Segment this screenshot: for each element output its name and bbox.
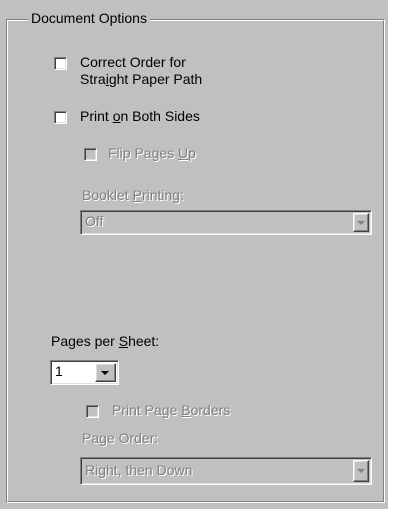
flip-pages-up-label: Flip Pages Up <box>108 145 196 162</box>
document-options-panel: Document Options Correct Order for Strai… <box>0 0 388 509</box>
print-page-borders-checkbox[interactable] <box>86 405 99 418</box>
correct-order-label-line2: Straight Paper Path <box>80 71 202 88</box>
booklet-printing-label-post: rinting: <box>141 187 184 203</box>
print-both-sides-label-post: n Both Sides <box>120 108 200 124</box>
pages-per-sheet-select[interactable]: 1 <box>50 360 119 385</box>
chevron-down-icon <box>101 370 109 375</box>
booklet-printing-value: Off <box>85 213 104 229</box>
page-order-label-post: e Order: <box>106 430 159 446</box>
correct-order-label-line2-post: ght Paper Path <box>108 71 203 87</box>
correct-order-label-line1: Correct Order for <box>80 54 186 70</box>
flip-pages-up-label-post: p <box>188 145 196 161</box>
pages-per-sheet-value: 1 <box>55 363 63 379</box>
page-order-value: Right, then Down <box>85 462 193 478</box>
chevron-down-icon <box>357 220 365 225</box>
booklet-printing-label: Booklet Printing: <box>82 187 184 204</box>
print-page-borders-label: Print Page Borders <box>112 402 230 419</box>
page-order-select[interactable]: Right, then Down <box>80 457 372 485</box>
page-order-label: Page Order: <box>82 430 158 447</box>
chevron-down-icon <box>357 469 365 473</box>
booklet-printing-dropdown-button[interactable] <box>353 213 369 232</box>
pages-per-sheet-mnemonic: S <box>118 333 129 349</box>
page-order-mnemonic: g <box>99 430 107 446</box>
print-both-sides-label: Print on Both Sides <box>80 108 200 125</box>
booklet-printing-mnemonic: P <box>132 187 142 203</box>
pages-per-sheet-label: Pages per Sheet: <box>51 333 159 350</box>
correct-order-checkbox[interactable] <box>54 57 67 70</box>
booklet-printing-label-pre: Booklet <box>82 187 133 203</box>
print-page-borders-label-post: orders <box>190 402 231 418</box>
pages-per-sheet-label-post: heet: <box>128 333 160 349</box>
correct-order-label-line2-pre: Stra <box>80 71 106 87</box>
flip-pages-up-checkbox[interactable] <box>84 148 97 161</box>
pages-per-sheet-label-pre: Pages per <box>51 333 119 349</box>
page-order-dropdown-button[interactable] <box>353 460 369 482</box>
flip-pages-up-mnemonic: U <box>178 145 189 161</box>
document-options-groupbox <box>6 19 385 503</box>
booklet-printing-select[interactable]: Off <box>80 210 372 235</box>
print-both-sides-label-pre: Print <box>80 108 113 124</box>
flip-pages-up-label-pre: Flip Pages <box>108 145 179 161</box>
print-page-borders-mnemonic: B <box>181 402 191 418</box>
print-page-borders-label-pre: Print Page <box>112 402 182 418</box>
group-title: Document Options <box>28 10 150 26</box>
print-both-sides-checkbox[interactable] <box>54 111 67 124</box>
pages-per-sheet-dropdown-button[interactable] <box>95 363 116 382</box>
page-order-label-pre: Pa <box>82 430 100 446</box>
